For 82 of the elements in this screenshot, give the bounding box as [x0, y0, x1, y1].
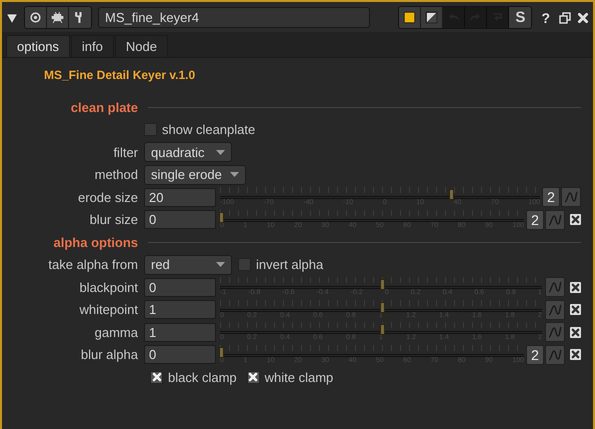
toolbar-button[interactable] [399, 7, 422, 28]
checkbox[interactable] [150, 370, 163, 384]
input-field[interactable]: 0 [144, 278, 216, 297]
dropdown-arrow-icon [216, 150, 225, 155]
field-label: erode size [77, 190, 139, 205]
wrench-button[interactable] [69, 7, 91, 28]
dropdown-arrow-icon [230, 172, 239, 178]
tab[interactable]: Node [114, 35, 168, 57]
checkbox[interactable] [246, 370, 260, 384]
target-icon [29, 11, 42, 24]
slider-track[interactable] [220, 210, 524, 222]
curve-icon [548, 280, 562, 294]
slider-thumb[interactable] [449, 189, 454, 200]
section-title: alpha options [52, 234, 139, 250]
field-label: gamma [94, 324, 139, 340]
input-field[interactable]: 0 [144, 345, 216, 364]
dropdown[interactable]: single erode [144, 164, 246, 185]
animation-button[interactable] [545, 344, 565, 365]
curve-icon [564, 190, 578, 204]
checkbox-label: show cleanplate [162, 122, 256, 138]
field-label: method [94, 167, 139, 182]
reset-button[interactable] [570, 282, 581, 293]
checkbox-label: black clamp [168, 370, 237, 385]
slider-thumb[interactable] [380, 279, 385, 290]
section-title: clean plate [70, 100, 139, 115]
slider-track[interactable] [220, 322, 542, 334]
restore-icon[interactable] [559, 12, 571, 24]
slider-track[interactable] [220, 187, 540, 200]
field-label: filter [112, 144, 139, 160]
animation-button[interactable] [545, 277, 565, 298]
animation-button[interactable] [545, 300, 565, 320]
animation-button[interactable] [545, 322, 565, 342]
slider-track[interactable] [220, 344, 524, 357]
toolbar-button[interactable]: S [509, 7, 532, 28]
square-icon [403, 11, 416, 24]
field-label: blur size [88, 212, 139, 228]
views-button[interactable]: 2 [526, 210, 544, 230]
tab[interactable]: options [6, 35, 70, 57]
field-label: blackpoint [78, 280, 139, 295]
dropdown[interactable]: quadratic [144, 142, 232, 162]
reset-button[interactable] [570, 304, 581, 316]
help-button[interactable]: ? [538, 10, 553, 26]
dropdown[interactable]: red [144, 254, 232, 275]
field-label: take alpha from [47, 257, 139, 272]
views-button[interactable]: 2 [526, 344, 544, 365]
curve-icon [548, 348, 562, 362]
input-field[interactable]: 1 [144, 300, 216, 320]
curve-icon [548, 325, 562, 340]
collapse-icon[interactable] [6, 12, 18, 24]
dropdown-arrow-icon [216, 262, 225, 268]
toolbar-button[interactable] [421, 7, 444, 28]
node-name-field[interactable]: MS_fine_keyer4 [98, 7, 370, 28]
tab[interactable]: info [70, 35, 114, 57]
half-square-icon [425, 11, 438, 24]
reset-button[interactable] [570, 349, 581, 360]
input-field[interactable]: 0 [144, 210, 216, 230]
curve-icon [548, 302, 562, 317]
checkbox[interactable] [238, 258, 251, 272]
bug-button[interactable] [47, 7, 69, 28]
field-label: whitepoint [78, 302, 139, 318]
input-field[interactable]: 1 [144, 322, 216, 342]
panel-heading: MS_Fine Detail Keyer v.1.0 [44, 68, 196, 82]
slider-thumb[interactable] [380, 324, 385, 336]
close-icon [577, 12, 589, 24]
checkbox-label: white clamp [264, 370, 334, 385]
animation-button[interactable] [561, 187, 581, 208]
animation-button[interactable] [545, 210, 565, 230]
slider-track[interactable] [220, 277, 542, 290]
circle-button[interactable] [25, 7, 47, 28]
slider-thumb[interactable] [219, 212, 224, 223]
checkbox-label: invert alpha [256, 257, 324, 272]
reset-button[interactable] [570, 326, 581, 338]
slider-thumb[interactable] [380, 302, 385, 313]
field-label: blur alpha [80, 347, 139, 362]
slider-track[interactable] [220, 300, 542, 312]
input-field[interactable]: 20 [144, 188, 216, 207]
slider-thumb[interactable] [219, 346, 224, 358]
curve-icon [548, 212, 562, 227]
views-button[interactable]: 2 [542, 187, 560, 208]
reset-button[interactable] [570, 214, 581, 226]
checkbox[interactable] [144, 123, 157, 136]
bug-icon [51, 11, 64, 24]
